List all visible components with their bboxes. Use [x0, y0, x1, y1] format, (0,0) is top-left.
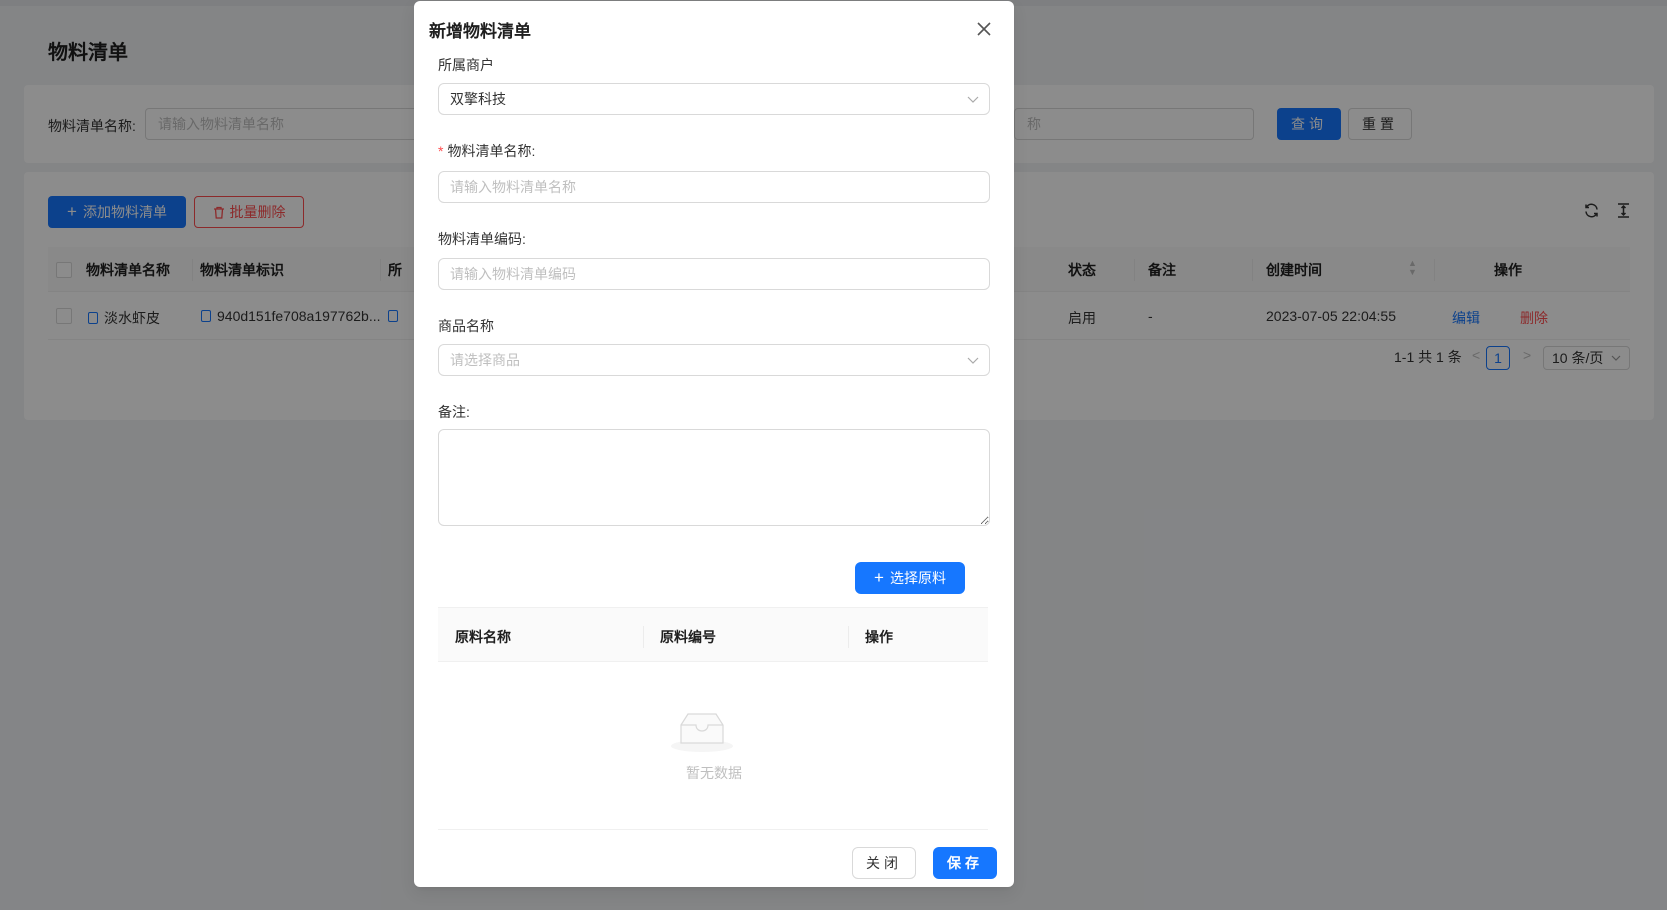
- bom-code-label: 物料清单编码:: [438, 231, 526, 247]
- merchant-value: 双擎科技: [450, 91, 506, 107]
- bom-name-label: * 物料清单名称:: [438, 143, 536, 159]
- required-mark: *: [438, 143, 444, 159]
- close-button[interactable]: 关闭: [852, 847, 916, 879]
- col-material-name: 原料名称: [455, 629, 511, 645]
- footer-divider: [438, 829, 988, 830]
- merchant-select[interactable]: 双擎科技: [438, 83, 990, 115]
- column-divider: [643, 626, 644, 648]
- col-material-code: 原料编号: [660, 629, 716, 645]
- select-material-button[interactable]: + 选择原料: [855, 562, 965, 594]
- add-bom-modal: 新增物料清单 所属商户 双擎科技 *物料清单名称: 物料清单编码: 商品名称 请…: [414, 1, 1014, 887]
- select-material-label: 选择原料: [889, 570, 946, 586]
- material-table-header: 原料名称 原料编号 操作: [438, 607, 988, 662]
- merchant-label: 所属商户: [438, 57, 494, 73]
- empty-inbox-icon: [671, 713, 733, 752]
- column-divider: [848, 626, 849, 648]
- product-label: 商品名称: [438, 318, 494, 334]
- product-placeholder: 请选择商品: [450, 352, 520, 368]
- chevron-down-icon: [967, 96, 979, 103]
- bom-name-input[interactable]: [438, 171, 990, 203]
- remark-textarea[interactable]: [438, 429, 990, 526]
- remark-label: 备注:: [438, 404, 470, 420]
- close-icon[interactable]: [974, 19, 994, 39]
- save-button[interactable]: 保存: [933, 847, 997, 879]
- product-select[interactable]: 请选择商品: [438, 344, 990, 376]
- col-material-actions: 操作: [865, 629, 893, 645]
- bom-code-input[interactable]: [438, 258, 990, 290]
- modal-title: 新增物料清单: [429, 22, 531, 41]
- empty-text: 暂无数据: [686, 765, 742, 781]
- plus-icon: +: [874, 568, 884, 587]
- chevron-down-icon: [967, 357, 979, 364]
